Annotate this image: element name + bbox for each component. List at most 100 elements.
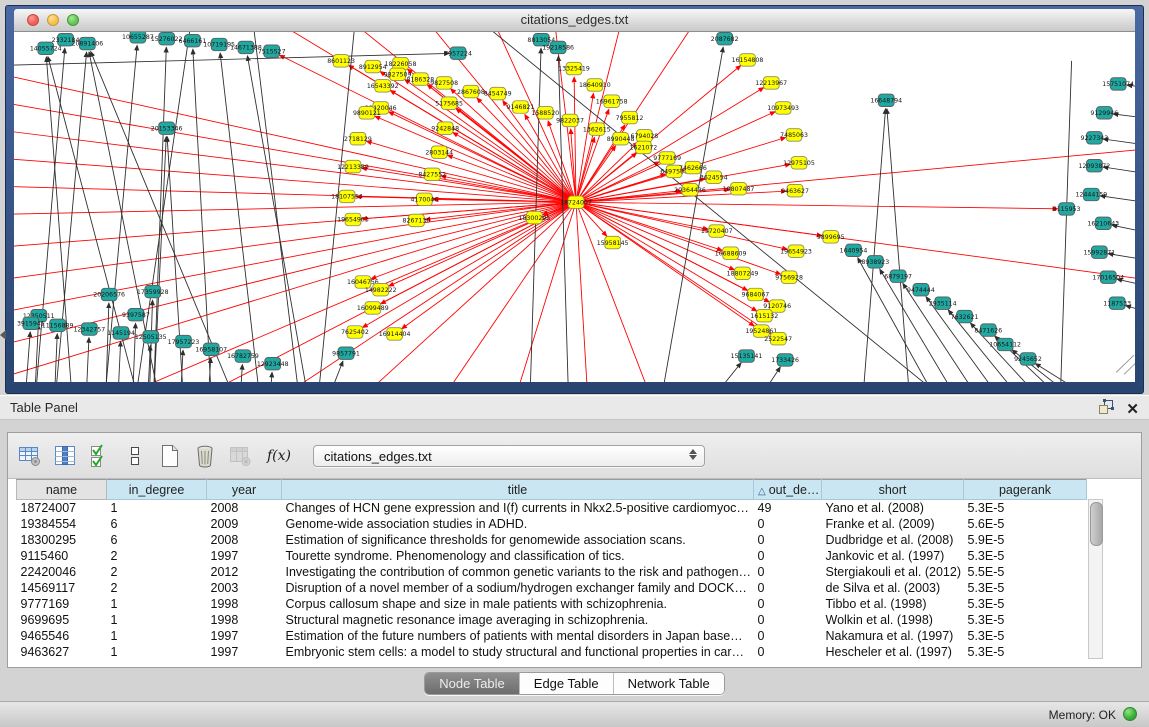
column-header-in_degree[interactable]: in_degree: [107, 480, 207, 500]
table-cell[interactable]: 5.3E-5: [964, 644, 1087, 660]
column-header-title[interactable]: title: [282, 480, 754, 500]
table-cell[interactable]: 5.3E-5: [964, 500, 1087, 517]
table-row[interactable]: 2242004622012Investigating the contribut…: [17, 564, 1087, 580]
table-cell[interactable]: 0: [754, 548, 822, 564]
tab-node-table[interactable]: Node Table: [425, 673, 519, 694]
table-cell[interactable]: Dudbridge et al. (2008): [822, 532, 964, 548]
tab-edge-table[interactable]: Edge Table: [519, 673, 613, 694]
table-cell[interactable]: 2: [107, 580, 207, 596]
float-panel-icon[interactable]: [1098, 399, 1114, 420]
delete-column-icon[interactable]: [192, 443, 218, 469]
table-cell[interactable]: Estimation of significance thresholds fo…: [282, 532, 754, 548]
table-row[interactable]: 1938455462009Genome-wide association stu…: [17, 516, 1087, 532]
table-cell[interactable]: 5.6E-5: [964, 516, 1087, 532]
table-cell[interactable]: Changes of HCN gene expression and I(f) …: [282, 500, 754, 517]
column-visibility-icon[interactable]: [52, 443, 78, 469]
table-cell[interactable]: Embryonic stem cells: a model to study s…: [282, 644, 754, 660]
table-cell[interactable]: 0: [754, 580, 822, 596]
table-cell[interactable]: Franke et al. (2009): [822, 516, 964, 532]
table-cell[interactable]: 1: [107, 628, 207, 644]
table-cell[interactable]: 0: [754, 564, 822, 580]
table-cell[interactable]: 5.3E-5: [964, 596, 1087, 612]
table-row[interactable]: 1830029562008Estimation of significance …: [17, 532, 1087, 548]
table-cell[interactable]: Estimation of the future numbers of pati…: [282, 628, 754, 644]
table-cell[interactable]: 2008: [207, 500, 282, 517]
table-cell[interactable]: Genome-wide association studies in ADHD.: [282, 516, 754, 532]
canvas-resize-grip[interactable]: [1116, 355, 1135, 374]
table-cell[interactable]: Tibbo et al. (1998): [822, 596, 964, 612]
table-cell[interactable]: 5.5E-5: [964, 564, 1087, 580]
column-header-out_de[interactable]: △out_de…: [754, 480, 822, 500]
table-cell[interactable]: 1997: [207, 628, 282, 644]
network-canvas[interactable]: 1872400718300295159581458601123891295418…: [14, 32, 1135, 382]
column-header-pagerank[interactable]: pagerank: [964, 480, 1087, 500]
table-cell[interactable]: 6: [107, 516, 207, 532]
table-cell[interactable]: 5.3E-5: [964, 580, 1087, 596]
table-row[interactable]: 1456911722003Disruption of a novel membe…: [17, 580, 1087, 596]
table-cell[interactable]: 5.3E-5: [964, 628, 1087, 644]
table-cell[interactable]: Wolkin et al. (1998): [822, 612, 964, 628]
table-cell[interactable]: 0: [754, 644, 822, 660]
table-cell[interactable]: 1: [107, 644, 207, 660]
table-cell[interactable]: 18724007: [17, 500, 107, 517]
table-cell[interactable]: 9465546: [17, 628, 107, 644]
tab-network-table[interactable]: Network Table: [613, 673, 724, 694]
network-canvas-area[interactable]: 1872400718300295159581458601123891295418…: [14, 32, 1135, 382]
table-row[interactable]: 969969511998Structural magnetic resonanc…: [17, 612, 1087, 628]
table-cell[interactable]: 1997: [207, 548, 282, 564]
table-cell[interactable]: 2012: [207, 564, 282, 580]
new-column-icon[interactable]: [157, 443, 183, 469]
table-cell[interactable]: 9699695: [17, 612, 107, 628]
table-cell[interactable]: 18300295: [17, 532, 107, 548]
table-cell[interactable]: 9463627: [17, 644, 107, 660]
table-cell[interactable]: 9115460: [17, 548, 107, 564]
table-row[interactable]: 911546021997Tourette syndrome. Phenomeno…: [17, 548, 1087, 564]
table-scrollbar[interactable]: [1088, 499, 1103, 659]
table-cell[interactable]: 1: [107, 612, 207, 628]
table-cell[interactable]: 0: [754, 596, 822, 612]
table-row[interactable]: 946554611997Estimation of the future num…: [17, 628, 1087, 644]
table-cell[interactable]: 6: [107, 532, 207, 548]
table-cell[interactable]: 0: [754, 612, 822, 628]
table-cell[interactable]: 0: [754, 532, 822, 548]
table-cell[interactable]: 1: [107, 500, 207, 517]
table-selector-dropdown[interactable]: citations_edges.txt: [313, 445, 705, 467]
table-cell[interactable]: 2009: [207, 516, 282, 532]
table-cell[interactable]: 0: [754, 628, 822, 644]
column-header-name[interactable]: name: [17, 480, 107, 500]
table-cell[interactable]: Structural magnetic resonance image aver…: [282, 612, 754, 628]
function-builder-icon[interactable]: f(x): [267, 448, 291, 464]
table-cell[interactable]: 5.9E-5: [964, 532, 1087, 548]
table-cell[interactable]: 9777169: [17, 596, 107, 612]
table-cell[interactable]: 22420046: [17, 564, 107, 580]
table-cell[interactable]: Hescheler et al. (1997): [822, 644, 964, 660]
table-scrollbar-thumb[interactable]: [1090, 502, 1103, 546]
table-cell[interactable]: 2: [107, 564, 207, 580]
table-cell[interactable]: Tourette syndrome. Phenomenology and cla…: [282, 548, 754, 564]
table-row[interactable]: 946362711997Embryonic stem cells: a mode…: [17, 644, 1087, 660]
table-cell[interactable]: 1998: [207, 596, 282, 612]
column-checks-icon[interactable]: [87, 443, 113, 469]
network-window-titlebar[interactable]: citations_edges.txt: [14, 9, 1135, 32]
table-cell[interactable]: 0: [754, 516, 822, 532]
table-cell[interactable]: 19384554: [17, 516, 107, 532]
table-cell[interactable]: Jankovic et al. (1997): [822, 548, 964, 564]
left-splitter-handle[interactable]: [0, 330, 6, 340]
close-panel-icon[interactable]: ✕: [1126, 402, 1139, 418]
table-cell[interactable]: Yano et al. (2008): [822, 500, 964, 517]
table-cell[interactable]: Corpus callosum shape and size in male p…: [282, 596, 754, 612]
table-cell[interactable]: 1997: [207, 644, 282, 660]
table-row[interactable]: 977716911998Corpus callosum shape and si…: [17, 596, 1087, 612]
table-cell[interactable]: 49: [754, 500, 822, 517]
column-header-year[interactable]: year: [207, 480, 282, 500]
table-cell[interactable]: 2008: [207, 532, 282, 548]
table-row[interactable]: 1872400712008Changes of HCN gene express…: [17, 500, 1087, 517]
table-cell[interactable]: 1998: [207, 612, 282, 628]
table-cell[interactable]: 14569117: [17, 580, 107, 596]
table-cell[interactable]: 2003: [207, 580, 282, 596]
memory-ok-icon[interactable]: [1123, 707, 1137, 721]
table-mode-icon[interactable]: [17, 443, 43, 469]
table-cell[interactable]: Stergiakouli et al. (2012): [822, 564, 964, 580]
table-cell[interactable]: 5.3E-5: [964, 548, 1087, 564]
row-height-icon[interactable]: [122, 443, 148, 469]
